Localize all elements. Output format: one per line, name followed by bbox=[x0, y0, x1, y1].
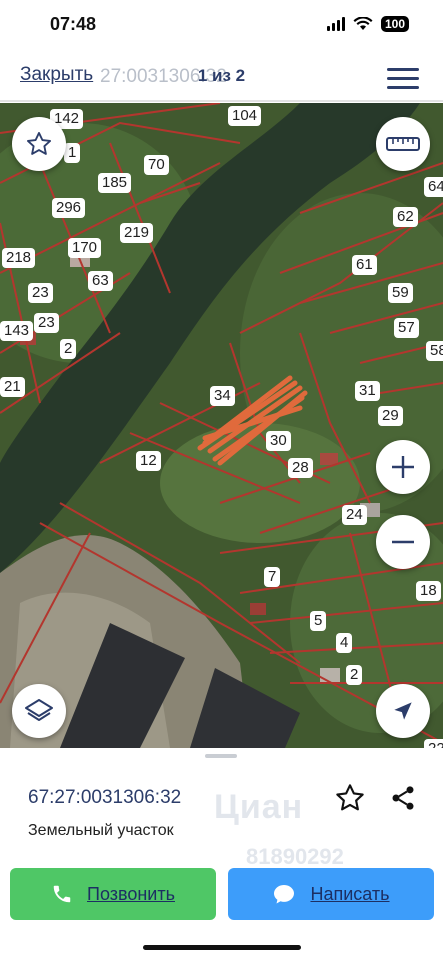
ruler-icon bbox=[386, 137, 420, 151]
plot-label: 31 bbox=[355, 381, 380, 401]
watermark-phone: 81890292 bbox=[246, 844, 344, 869]
plot-label: 1 bbox=[64, 143, 81, 163]
plot-label: 61 bbox=[352, 255, 377, 275]
zoom-in-button[interactable] bbox=[376, 440, 430, 494]
image-counter: 1 из 2 bbox=[197, 66, 246, 85]
plot-label: 59 bbox=[388, 283, 413, 303]
chat-icon bbox=[274, 885, 295, 904]
write-button-label: Написать bbox=[310, 883, 390, 904]
signal-icon bbox=[326, 17, 345, 31]
plot-label: 2 bbox=[60, 339, 77, 359]
plus-icon bbox=[392, 456, 414, 478]
cadastral-number: 67:27:0031306:32 bbox=[28, 787, 182, 808]
status-bar: 07:48 100 bbox=[0, 0, 443, 52]
home-indicator bbox=[143, 945, 301, 950]
plot-label: 34 bbox=[210, 386, 235, 406]
status-time: 07:48 bbox=[50, 14, 97, 34]
star-icon bbox=[26, 131, 52, 155]
sheet-handle[interactable] bbox=[205, 754, 237, 758]
plot-label: 62 bbox=[393, 207, 418, 227]
minus-icon bbox=[392, 540, 414, 544]
plot-label: 104 bbox=[228, 106, 262, 126]
listing-type: Земельный участок bbox=[28, 822, 174, 839]
plot-label: 185 bbox=[98, 173, 132, 193]
plot-label: 2 bbox=[346, 665, 363, 685]
call-button-label: Позвонить bbox=[87, 883, 175, 904]
share-icon[interactable] bbox=[389, 784, 417, 812]
favorite-star-icon[interactable] bbox=[334, 782, 366, 814]
plot-label: 18 bbox=[416, 581, 441, 601]
plot-label: 23 bbox=[28, 283, 53, 303]
plot-label: 5 bbox=[310, 611, 327, 631]
plot-label: 12 bbox=[136, 451, 161, 471]
write-button[interactable]: Написать bbox=[228, 868, 434, 920]
satellite-map[interactable]: 142 104 70 1 185 296 219 170 63 23 23 2 … bbox=[0, 103, 443, 748]
zoom-out-button[interactable] bbox=[376, 515, 430, 569]
phone-icon bbox=[53, 885, 71, 903]
plot-label: 29 bbox=[378, 406, 403, 426]
plot-label: 57 bbox=[394, 318, 419, 338]
favorite-map-button[interactable] bbox=[12, 117, 66, 171]
plot-label: 4 bbox=[336, 633, 353, 653]
location-arrow-icon bbox=[394, 702, 412, 720]
plot-label: 28 bbox=[288, 458, 313, 478]
plot-label: 22 bbox=[424, 739, 443, 748]
status-icons: 100 bbox=[326, 16, 409, 32]
plot-label: 170 bbox=[68, 238, 102, 258]
plot-label: 24 bbox=[342, 505, 367, 525]
plot-label: 64 bbox=[424, 177, 443, 197]
plot-label: 23 bbox=[34, 313, 59, 333]
layers-button[interactable] bbox=[12, 684, 66, 738]
menu-icon[interactable] bbox=[387, 68, 419, 90]
locate-button[interactable] bbox=[376, 684, 430, 738]
plot-label: 70 bbox=[144, 155, 169, 175]
plot-label: 58 bbox=[426, 341, 443, 361]
watermark-brand: Циан bbox=[214, 788, 304, 826]
plot-label: 21 bbox=[0, 377, 25, 397]
plot-label: 63 bbox=[88, 271, 113, 291]
plot-label: 143 bbox=[0, 321, 34, 341]
listing-sheet: Циан 81890292 67:27:0031306:32 Земельный… bbox=[0, 748, 443, 960]
ruler-button[interactable] bbox=[376, 117, 430, 171]
plot-label: 219 bbox=[120, 223, 154, 243]
battery-indicator: 100 bbox=[380, 16, 409, 32]
plot-label: 218 bbox=[2, 248, 36, 268]
nav-bar: 27:0031306:32 Закрыть 1 из 2 bbox=[0, 52, 443, 102]
plot-label: 30 bbox=[266, 431, 291, 451]
wifi-icon bbox=[353, 17, 373, 30]
call-button[interactable]: Позвонить bbox=[10, 868, 216, 920]
layers-icon bbox=[25, 699, 53, 721]
plot-label: 296 bbox=[52, 198, 86, 218]
plot-label: 7 bbox=[264, 567, 281, 587]
